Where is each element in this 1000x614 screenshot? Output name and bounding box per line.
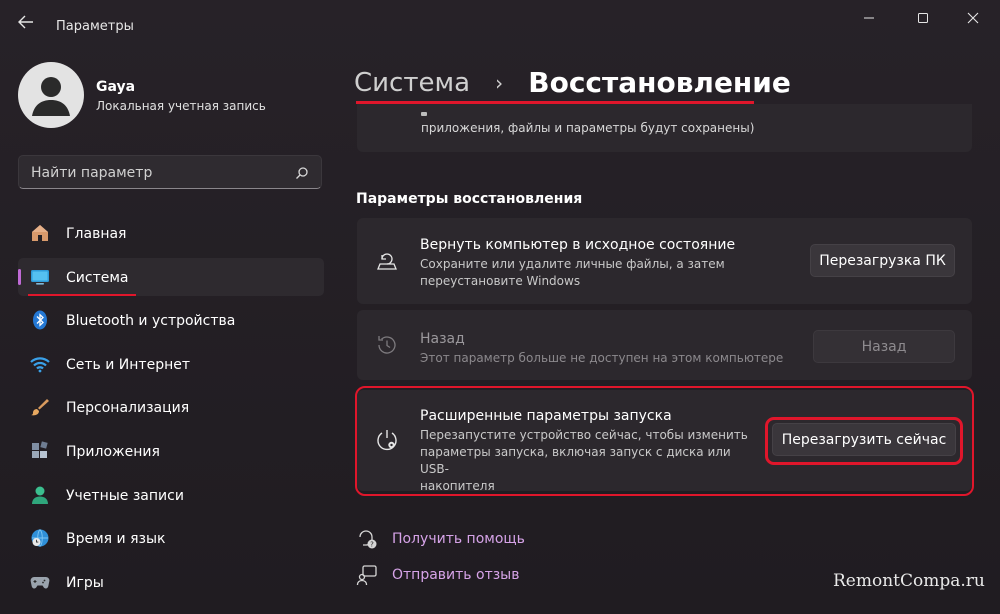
partial-card-text: приложения, файлы и параметры будут сохр… (421, 121, 755, 135)
back-button[interactable] (14, 12, 38, 32)
sidebar-nav: Главная Система Bluetooth и устройства С… (18, 214, 324, 606)
title-bar: Параметры (0, 0, 1000, 44)
avatar (18, 62, 84, 128)
feedback-icon (356, 565, 377, 586)
history-icon (378, 336, 396, 354)
send-feedback-label: Отправить отзыв (392, 567, 520, 583)
search-placeholder: Найти параметр (31, 165, 153, 181)
partial-card: приложения, файлы и параметры будут сохр… (357, 104, 972, 152)
reset-pc-button[interactable]: Перезагрузка ПК (810, 244, 955, 277)
home-icon (32, 225, 48, 241)
arrow-left-icon (18, 15, 33, 29)
app-title: Параметры (56, 19, 134, 34)
sidebar-item-network[interactable]: Сеть и Интернет (18, 345, 324, 383)
go-back-card: Назад Этот параметр больше не доступен н… (357, 310, 972, 380)
reset-pc-card: Вернуть компьютер в исходное состояние С… (357, 218, 972, 304)
sidebar-item-label: Учетные записи (66, 487, 184, 504)
close-button[interactable] (950, 6, 996, 30)
page-title: Восстановление (528, 66, 791, 99)
search-icon (296, 167, 308, 179)
minimize-icon (864, 17, 874, 19)
card-description: Сохраните или удалите личные файлы, а за… (420, 256, 750, 290)
card-description-line: Сохраните или удалите личные файлы, а за… (420, 257, 725, 271)
card-description-line: переустановите Windows (420, 274, 581, 288)
sidebar-item-system[interactable]: Система (18, 257, 324, 296)
sidebar-item-home[interactable]: Главная (18, 214, 324, 252)
truncated-text-fragment (421, 112, 427, 116)
user-icon (32, 486, 48, 504)
chevron-right-icon: › (495, 70, 504, 95)
sidebar-item-bluetooth[interactable]: Bluetooth и устройства (18, 301, 324, 339)
wifi-icon (30, 357, 50, 373)
user-name: Gaya (96, 79, 136, 95)
minimize-button[interactable] (846, 6, 892, 30)
apps-icon (32, 441, 48, 458)
search-input[interactable]: Найти параметр (18, 155, 322, 189)
user-avatar-icon (32, 77, 70, 116)
sidebar-item-label: Игры (66, 574, 104, 591)
globe-clock-icon (31, 529, 49, 547)
highlight-box (765, 417, 963, 465)
card-title: Назад (420, 331, 465, 347)
gamepad-icon (30, 576, 50, 589)
sidebar-item-time-language[interactable]: Время и язык (18, 519, 324, 557)
sidebar-item-apps[interactable]: Приложения (18, 432, 324, 470)
brush-icon (31, 399, 49, 416)
sidebar-item-label: Приложения (66, 443, 160, 460)
highlight-underline (28, 293, 136, 296)
get-help-label: Получить помощь (392, 531, 525, 547)
settings-window: Параметры Gaya Локальная учетная запись … (0, 0, 1000, 614)
sidebar-item-accounts[interactable]: Учетные записи (18, 476, 324, 514)
maximize-icon (918, 13, 928, 23)
close-icon (967, 12, 979, 24)
help-icon: ? (359, 530, 377, 549)
active-indicator (18, 268, 21, 285)
breadcrumb-parent[interactable]: Система (354, 68, 470, 98)
maximize-button[interactable] (900, 6, 946, 30)
monitor-icon (31, 269, 49, 285)
card-title: Вернуть компьютер в исходное состояние (420, 237, 736, 253)
sidebar-item-personalization[interactable]: Персонализация (18, 388, 324, 426)
sidebar-item-gaming[interactable]: Игры (18, 563, 324, 601)
sidebar-item-label: Сеть и Интернет (66, 356, 190, 373)
sidebar-item-label: Персонализация (66, 400, 190, 417)
account-type: Локальная учетная запись (96, 99, 266, 113)
bluetooth-icon (33, 310, 47, 330)
user-profile[interactable]: Gaya Локальная учетная запись (18, 62, 318, 128)
sidebar-item-label: Время и язык (66, 531, 166, 548)
sidebar-item-label: Система (66, 269, 129, 286)
section-title: Параметры восстановления (356, 191, 583, 207)
sidebar-item-label: Главная (66, 226, 127, 242)
watermark: RemontCompa.ru (833, 571, 985, 591)
svg-text:?: ? (370, 541, 374, 549)
breadcrumb: Система › Восстановление (354, 66, 791, 106)
reset-pc-icon (377, 253, 397, 270)
go-back-button[interactable]: Назад (813, 330, 955, 363)
sidebar-item-label: Bluetooth и устройства (66, 313, 236, 330)
card-description: Этот параметр больше не доступен на этом… (420, 351, 784, 365)
